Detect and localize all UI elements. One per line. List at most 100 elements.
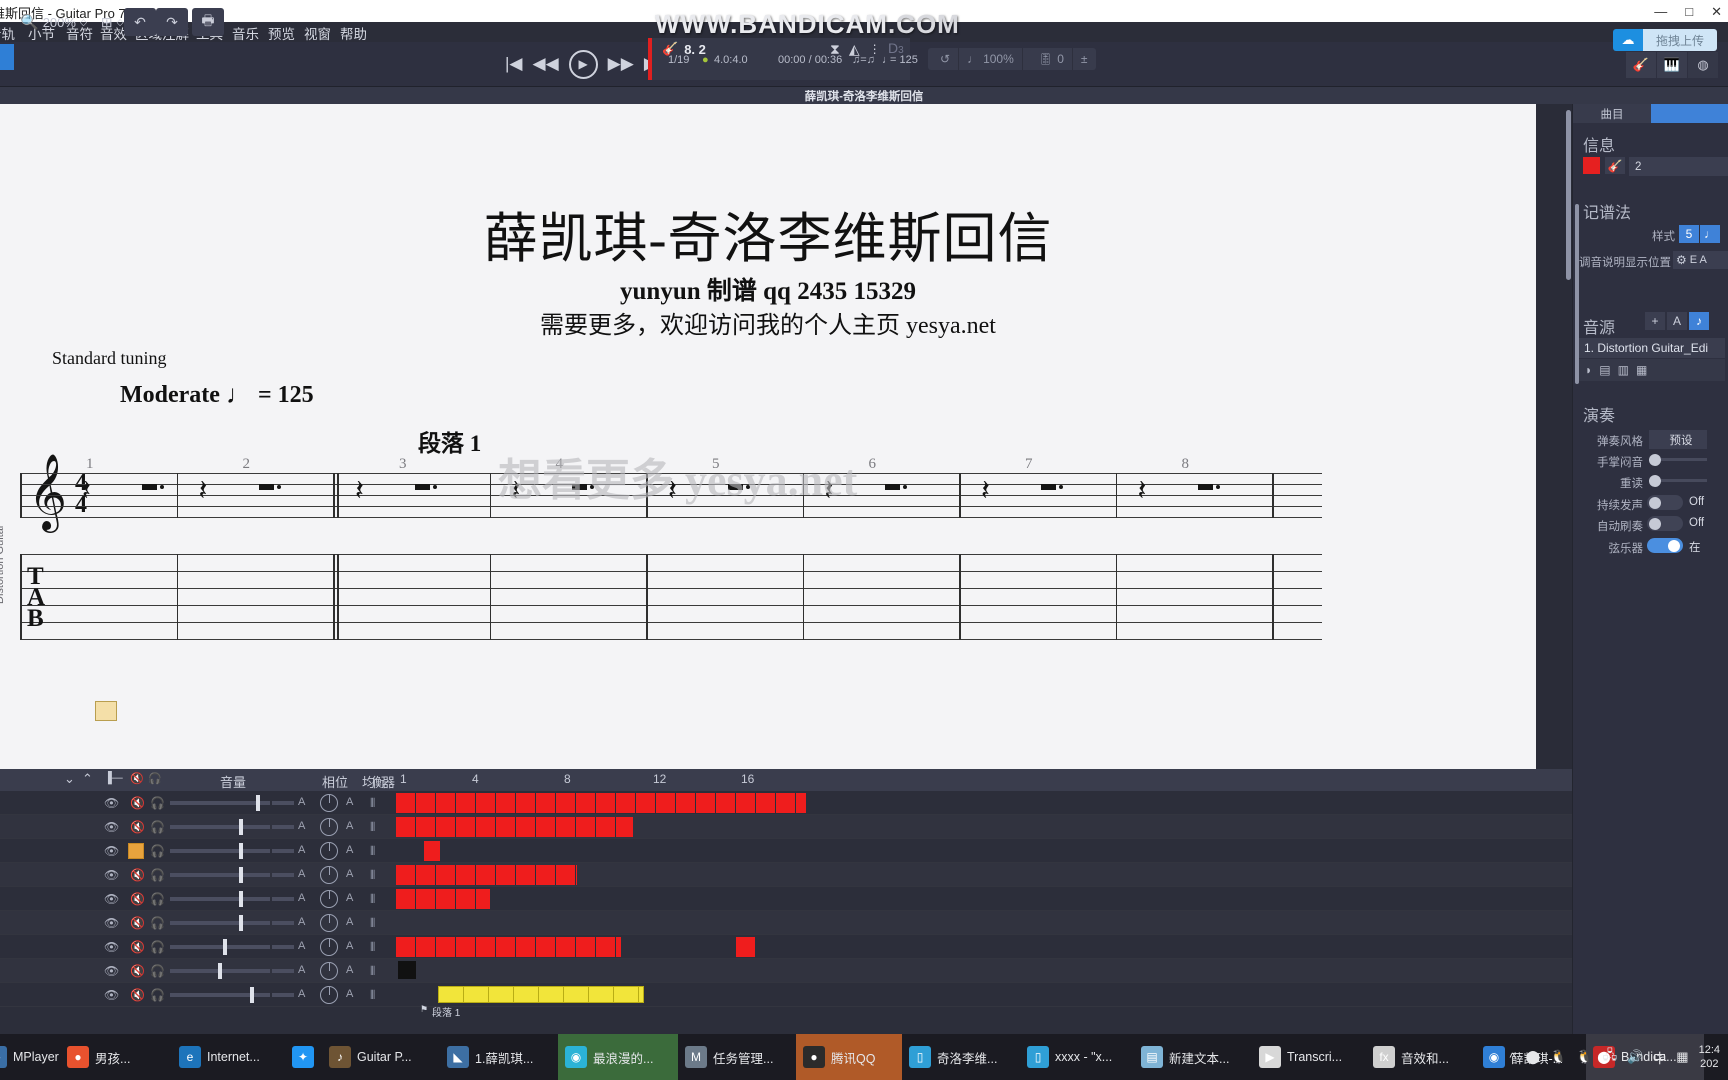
pan-automation-icon[interactable]: A <box>346 988 353 1000</box>
track-color-swatch[interactable] <box>1583 157 1600 174</box>
source-automation-button[interactable]: A <box>1667 312 1687 330</box>
mute-icon[interactable]: 🔇 <box>130 940 145 954</box>
equalizer-icon[interactable]: ⦀ <box>370 988 375 1003</box>
volume-fader-knob[interactable] <box>218 963 222 979</box>
source-active-button[interactable]: ♪ <box>1689 312 1709 330</box>
visibility-icon[interactable]: 👁 <box>104 868 119 882</box>
undo-button[interactable]: ↶ <box>124 8 156 36</box>
pan-knob[interactable] <box>320 794 338 812</box>
equalizer-icon[interactable]: ⦀ <box>370 916 375 931</box>
mixer-clip-lane[interactable] <box>396 959 816 983</box>
pan-automation-icon[interactable]: A <box>346 940 353 952</box>
auto-strum-toggle[interactable] <box>1647 516 1683 531</box>
taskbar-item[interactable]: ▯ xxxx - "x... <box>1020 1034 1138 1080</box>
equalizer-icon[interactable]: ⦀ <box>370 796 375 811</box>
track-toggle-icon[interactable]: ▐— <box>104 772 123 784</box>
equalizer-icon[interactable]: ⦀ <box>370 964 375 979</box>
taskbar-item[interactable]: ▶ MPlayer <box>0 1034 64 1080</box>
hourglass-icon[interactable]: ⧗ <box>830 41 840 58</box>
pan-automation-icon[interactable]: A <box>346 868 353 880</box>
add-source-button[interactable]: + <box>1645 312 1665 330</box>
volume-automation-icon[interactable]: A <box>298 940 305 952</box>
mixer-clip[interactable] <box>396 865 577 885</box>
visibility-icon[interactable]: 👁 <box>104 940 119 954</box>
chevron-up-icon[interactable]: ⌃ <box>82 771 93 787</box>
page-view-icon[interactable] <box>0 44 14 70</box>
pan-knob[interactable] <box>320 866 338 884</box>
volume-fader-track[interactable] <box>170 825 270 829</box>
taskbar-item[interactable]: ♪ Guitar P... <box>322 1034 446 1080</box>
menu-item-8[interactable]: 视窗 <box>304 23 331 43</box>
mixer-clip[interactable] <box>396 793 806 813</box>
mixer-track-row[interactable]: 👁 🔇 🎧 A A ⦀ <box>0 887 1728 911</box>
taskbar-item[interactable]: ▶ Transcri... <box>1252 1034 1368 1080</box>
mixer-clip-lane[interactable] <box>396 839 816 863</box>
volume-automation-icon[interactable]: A <box>298 820 305 832</box>
taskbar-item[interactable]: ▤ 新建文本... <box>1134 1034 1254 1080</box>
mixer-clip[interactable] <box>396 937 621 957</box>
volume-fader-track[interactable] <box>170 945 270 949</box>
visibility-icon[interactable]: 👁 <box>104 988 119 1002</box>
equalizer-icon[interactable]: ⦀ <box>370 892 375 907</box>
section-band[interactable] <box>438 986 644 1003</box>
mute-icon[interactable]: 🔇 <box>130 796 145 810</box>
equalizer-icon[interactable]: ⦀ <box>370 868 375 883</box>
style-option-standard[interactable]: 5 <box>1679 225 1699 243</box>
style-option-tab[interactable]: ♩ <box>1700 225 1720 243</box>
volume-fader-knob[interactable] <box>239 915 243 931</box>
solo-icon[interactable]: 🎧 <box>150 868 165 882</box>
pan-automation-icon[interactable]: A <box>346 820 353 832</box>
menu-item-6[interactable]: 音乐 <box>232 23 259 43</box>
solo-icon[interactable]: 🎧 <box>150 940 165 954</box>
guitar-view-button[interactable]: 🎸 <box>1626 52 1656 78</box>
visibility-icon[interactable]: 👁 <box>104 964 119 978</box>
tray-icon-4[interactable]: 🖧 <box>1603 1046 1618 1068</box>
menu-item-7[interactable]: 预览 <box>268 23 295 43</box>
tab-instrument[interactable] <box>1651 104 1728 123</box>
chevron-down-icon[interactable]: ⌄ <box>64 771 75 787</box>
tray-icon-5[interactable]: 🔊 <box>1627 1049 1643 1065</box>
visibility-icon[interactable]: 👁 <box>104 820 119 834</box>
solo-icon[interactable]: 🎧 <box>150 844 165 858</box>
tab-track[interactable]: 曲目 <box>1573 104 1651 123</box>
taskbar-item[interactable]: e Internet... <box>172 1034 292 1080</box>
mixer-track-row[interactable]: 👁 🔇 🎧 A A ⦀ <box>0 911 1728 935</box>
let-ring-toggle[interactable] <box>1647 495 1683 510</box>
score-sheet[interactable]: 薛凯琪-奇洛李维斯回信 yunyun 制谱 qq 2435 15329 需要更多… <box>0 104 1536 769</box>
mixer-track-row[interactable]: 👁 🎧 A A ⦀ <box>0 839 1728 863</box>
piano-icon[interactable]: ▤ <box>1599 363 1610 377</box>
volume-fader-track[interactable] <box>170 921 270 925</box>
volume-automation-icon[interactable]: A <box>298 844 305 856</box>
pan-automation-icon[interactable]: A <box>346 964 353 976</box>
maximize-button[interactable]: □ <box>1685 5 1693 18</box>
menu-item-9[interactable]: 帮助 <box>340 23 367 43</box>
transpose-button[interactable]: ± <box>1073 48 1096 70</box>
zoom-stepper-icon[interactable]: ◇ <box>80 17 87 28</box>
mixer-clip[interactable] <box>396 817 633 837</box>
mute-icon[interactable]: 🔇 <box>130 964 145 978</box>
mixer-track-row[interactable]: 👁 🔇 🎧 A A ⦀ <box>0 791 1728 815</box>
solo-icon[interactable]: 🎧 <box>150 796 165 810</box>
playhead-cell[interactable] <box>398 961 416 979</box>
mixer-track-row[interactable]: 👁 🔇 🎧 A A ⦀ <box>0 959 1728 983</box>
score-vertical-scrollbar[interactable] <box>1566 110 1571 280</box>
volume-fader-knob[interactable] <box>239 843 243 859</box>
close-button[interactable]: ✕ <box>1711 5 1722 18</box>
layout-icon[interactable]: ⊞ <box>101 14 113 31</box>
tuner-button[interactable]: 🎚 0 <box>1030 48 1073 70</box>
mute-all-icon[interactable]: 🔇 <box>130 772 144 785</box>
speed-control[interactable]: ♩ 100% <box>959 48 1023 70</box>
solo-icon[interactable]: 🎧 <box>150 988 165 1002</box>
volume-fader-knob[interactable] <box>223 939 227 955</box>
menu-item-0[interactable]: 音轨 <box>0 23 15 43</box>
mute-icon[interactable]: 🔇 <box>130 892 145 906</box>
tuning-position-field[interactable]: ⚙ E A <box>1673 251 1728 269</box>
equalizer-icon[interactable]: ⦀ <box>370 820 375 835</box>
edit-cursor[interactable] <box>95 701 117 721</box>
volume-fader-knob[interactable] <box>239 867 243 883</box>
solo-all-icon[interactable]: 🎧 <box>148 772 162 785</box>
volume-fader-track[interactable] <box>170 897 270 901</box>
pan-knob[interactable] <box>320 938 338 956</box>
taskbar-item[interactable]: ● 男孩... <box>60 1034 180 1080</box>
volume-fader-track[interactable] <box>170 873 270 877</box>
